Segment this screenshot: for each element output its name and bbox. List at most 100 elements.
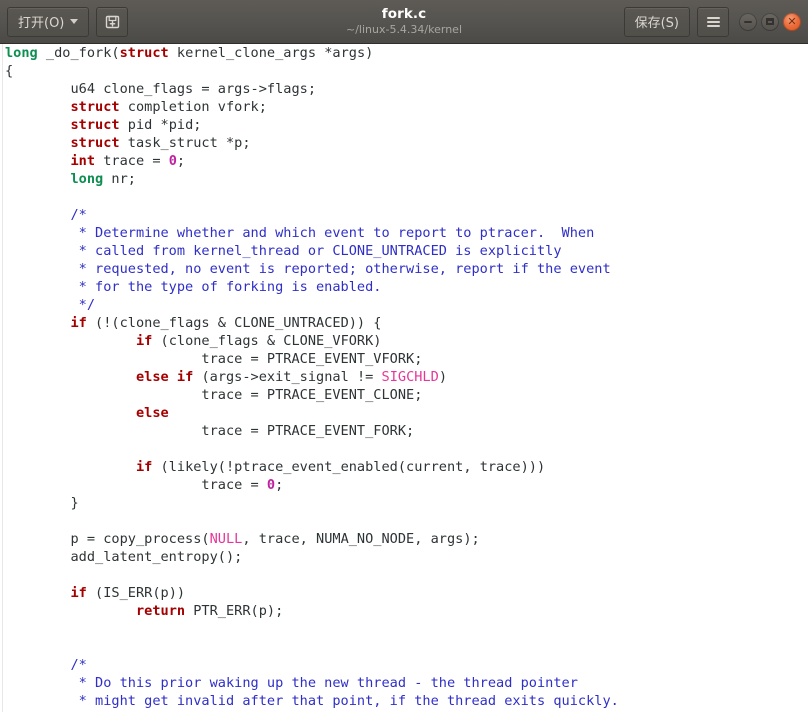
code-token: (likely(!ptrace_event_enabled(current, t…: [152, 459, 546, 475]
maximize-button[interactable]: [761, 12, 779, 31]
code-token: else: [135, 369, 169, 385]
code-token: /*: [5, 207, 87, 223]
code-token: trace =: [5, 477, 267, 493]
code-token: if: [135, 333, 153, 349]
code-token: struct: [70, 117, 120, 133]
code-line: * for the type of forking is enabled.: [5, 278, 808, 296]
code-token: NULL: [209, 531, 243, 547]
minimize-icon: [744, 20, 752, 23]
code-token: ;: [176, 153, 186, 169]
code-line: add_latent_entropy();: [5, 548, 808, 566]
code-line: * requested, no event is reported; other…: [5, 260, 808, 278]
code-token: ): [438, 369, 447, 385]
code-token: , trace, NUMA_NO_NODE, args);: [242, 531, 480, 547]
code-token: 0: [168, 153, 177, 169]
code-line: */: [5, 296, 808, 314]
hamburger-menu-icon: [706, 16, 720, 27]
close-button[interactable]: ✕: [783, 12, 801, 31]
code-line: else if (args->exit_signal != SIGCHLD): [5, 368, 808, 386]
save-as-button[interactable]: [96, 6, 129, 37]
file-path-subtitle: ~/linux-5.4.34/kernel: [345, 22, 463, 36]
chevron-down-icon: [70, 19, 79, 24]
code-token: if: [176, 369, 194, 385]
code-token: trace = PTRACE_EVENT_CLONE;: [5, 387, 423, 403]
save-button-label: 保存(S): [634, 16, 679, 31]
window-controls: ✕: [739, 12, 801, 31]
code-line: trace = 0;: [5, 476, 808, 494]
code-token: }: [5, 495, 79, 511]
open-file-label: 打开(O): [18, 16, 65, 31]
code-token: p = copy_process(: [5, 531, 210, 547]
code-token: _do_fork(: [37, 45, 120, 61]
close-icon: ✕: [787, 15, 797, 28]
source-code-view[interactable]: long _do_fork(struct kernel_clone_args *…: [5, 44, 808, 712]
code-token: * called from kernel_thread or CLONE_UNT…: [5, 243, 562, 259]
code-token: SIGCHLD: [381, 369, 439, 385]
open-file-button[interactable]: 打开(O): [7, 6, 90, 37]
code-token: (args->exit_signal !=: [193, 369, 382, 385]
code-line: if (likely(!ptrace_event_enabled(current…: [5, 458, 808, 476]
save-as-icon: [104, 13, 121, 30]
code-line: * Determine whether and which event to r…: [5, 224, 808, 242]
code-line: if (IS_ERR(p)): [5, 584, 808, 602]
code-line: p = copy_process(NULL, trace, NUMA_NO_NO…: [5, 530, 808, 548]
code-token: nr;: [103, 171, 136, 187]
code-line: struct completion vfork;: [5, 98, 808, 116]
code-line: else: [5, 404, 808, 422]
editor-area[interactable]: long _do_fork(struct kernel_clone_args *…: [0, 44, 808, 712]
code-line: long _do_fork(struct kernel_clone_args *…: [5, 44, 808, 62]
code-line: {: [5, 62, 808, 80]
code-token: ;: [275, 477, 284, 493]
maximize-icon: [766, 18, 774, 25]
code-line: trace = PTRACE_EVENT_VFORK;: [5, 350, 808, 368]
code-line: return PTR_ERR(p);: [5, 602, 808, 620]
main-menu-button[interactable]: [697, 6, 729, 37]
code-token: if: [135, 459, 153, 475]
code-line: u64 clone_flags = args->flags;: [5, 80, 808, 98]
code-line: if (clone_flags & CLONE_VFORK): [5, 332, 808, 350]
code-token: task_struct *p;: [119, 135, 251, 151]
titlebar-right-controls: 保存(S) ✕: [623, 6, 801, 37]
code-line: struct task_struct *p;: [5, 134, 808, 152]
code-token: return: [135, 603, 186, 619]
code-token: (IS_ERR(p)): [86, 585, 186, 601]
code-token: * Determine whether and which event to r…: [5, 225, 595, 241]
code-token: /*: [5, 657, 87, 673]
code-line: int trace = 0;: [5, 152, 808, 170]
code-token: trace = PTRACE_EVENT_VFORK;: [5, 351, 423, 367]
code-token: * Do this prior waking up the new thread…: [5, 675, 578, 691]
code-line: trace = PTRACE_EVENT_FORK;: [5, 422, 808, 440]
save-button[interactable]: 保存(S): [623, 6, 690, 37]
code-token: pid *pid;: [119, 117, 202, 133]
code-token: (clone_flags & CLONE_VFORK): [152, 333, 382, 349]
code-line: * called from kernel_thread or CLONE_UNT…: [5, 242, 808, 260]
title-bar: 打开(O) fork.c ~/linux-5.4.34/kernel 保存(S)…: [0, 0, 808, 44]
code-token: long: [5, 45, 38, 61]
code-token: PTR_ERR(p);: [185, 603, 284, 619]
code-token: completion vfork;: [119, 99, 267, 115]
code-token: int: [70, 153, 96, 169]
code-line: /*: [5, 656, 808, 674]
code-token: * for the type of forking is enabled.: [5, 279, 382, 295]
code-token: else: [135, 405, 169, 421]
code-token: * requested, no event is reported; other…: [5, 261, 611, 277]
code-token: kernel_clone_args *args): [168, 45, 374, 61]
code-line: }: [5, 494, 808, 512]
minimize-button[interactable]: [739, 12, 757, 31]
code-token: trace =: [95, 153, 169, 169]
code-token: struct: [70, 99, 120, 115]
